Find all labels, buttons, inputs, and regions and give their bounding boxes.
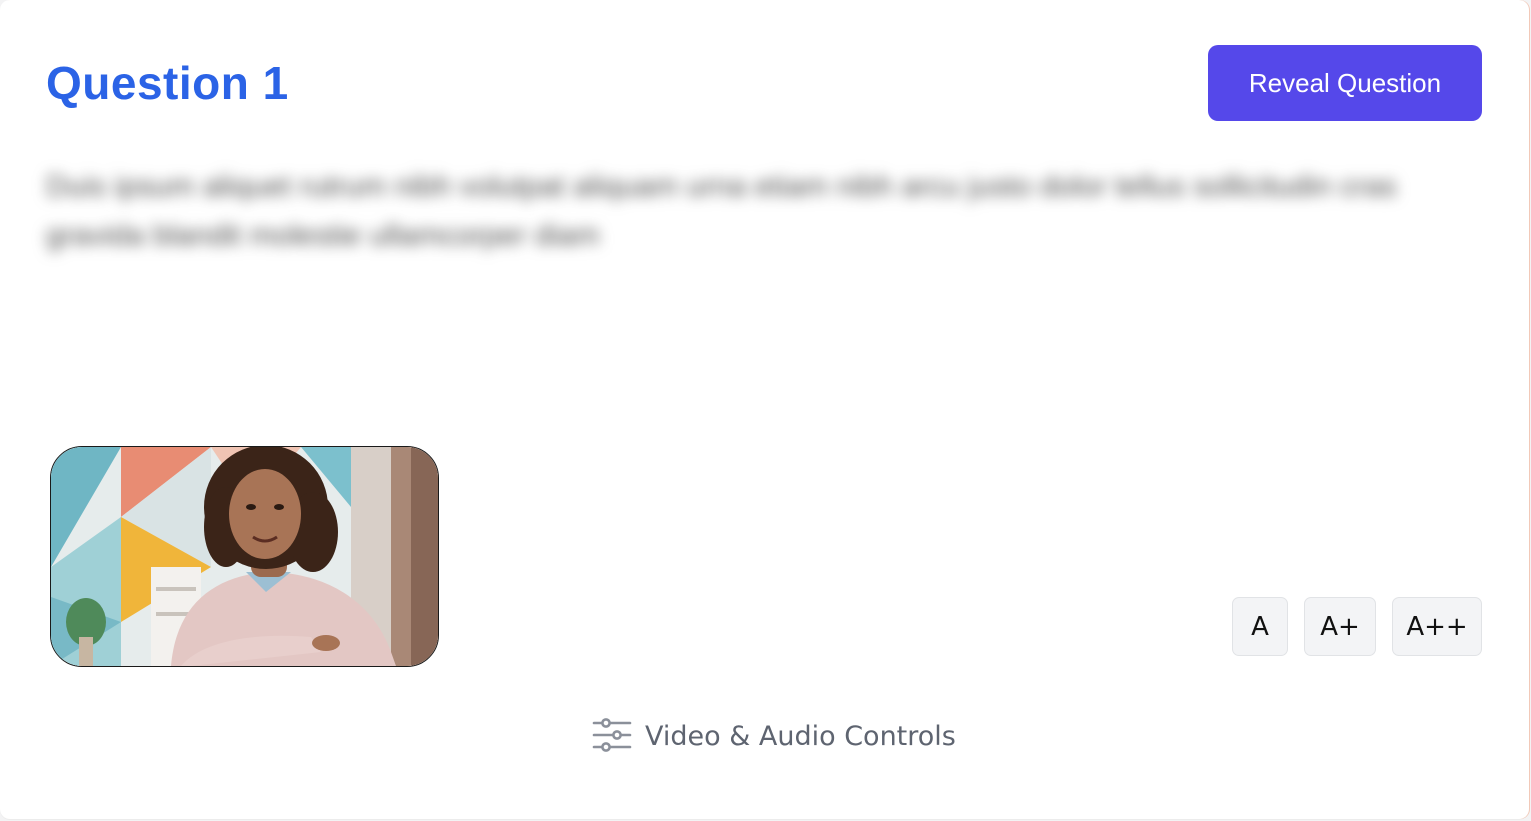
- question-title: Question 1: [46, 57, 289, 109]
- font-size-xlarge-button[interactable]: A++: [1392, 597, 1482, 656]
- font-size-normal-button[interactable]: A: [1232, 597, 1288, 656]
- camera-preview: [50, 446, 439, 667]
- sliders-icon: [592, 717, 632, 756]
- question-card: Question 1 Reveal Question Duis ipsum al…: [0, 0, 1529, 819]
- video-audio-controls-label: Video & Audio Controls: [645, 720, 956, 752]
- reveal-question-button[interactable]: Reveal Question: [1208, 45, 1482, 121]
- font-size-large-button[interactable]: A+: [1304, 597, 1376, 656]
- video-audio-controls-button[interactable]: Video & Audio Controls: [592, 712, 956, 760]
- camera-preview-image: [51, 447, 438, 666]
- blurred-question-text: Duis ipsum aliquet rutrum nibh volutpat …: [46, 170, 1397, 252]
